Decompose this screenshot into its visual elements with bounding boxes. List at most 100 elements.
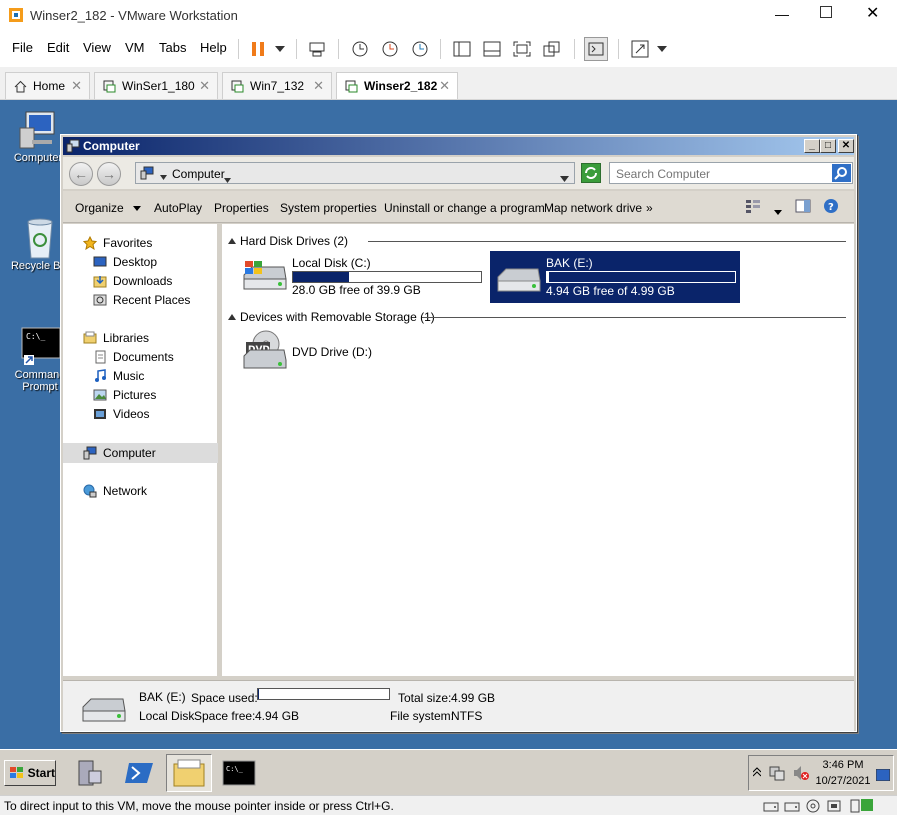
thumbnail-view-icon[interactable] [480,37,504,61]
drive-local-disk-c[interactable]: Local Disk (C:) 28.0 GB free of 39.9 GB [238,249,488,299]
nav-videos[interactable]: Videos [93,407,149,421]
chevron-down-icon[interactable] [774,204,782,218]
close-tab-icon[interactable]: ✕ [439,78,450,94]
group-header-hard-disk-drives[interactable]: Hard Disk Drives (2) [228,234,348,248]
nav-music[interactable]: Music [93,369,144,383]
tab-winser2-182[interactable]: Winser2_182 ✕ [336,72,458,99]
map-network-drive-button[interactable]: Map network drive [544,201,642,215]
nav-desktop[interactable]: Desktop [93,255,157,269]
hard-drive-icon [82,698,126,722]
start-button[interactable]: Start [4,760,56,786]
taskbar-command-prompt[interactable]: C:\_ [216,754,262,792]
nav-label: Favorites [103,236,153,250]
forward-button[interactable]: → [97,162,121,186]
drive-usage-bar [292,271,482,283]
uninstall-program-button[interactable]: Uninstall or change a program [384,201,545,215]
show-hidden-icons-icon[interactable] [752,766,762,780]
chevron-down-icon[interactable] [650,37,674,61]
details-usage-bar [257,688,390,700]
nav-computer[interactable]: Computer [83,446,156,460]
refresh-button[interactable] [581,163,601,183]
tab-label: Win7_132 [250,79,305,93]
tab-win7-132[interactable]: Win7_132 ✕ [222,72,332,99]
network-status-icon[interactable] [769,765,785,784]
explorer-maximize-button[interactable]: □ [820,139,836,153]
nav-documents[interactable]: Documents [93,350,174,364]
nav-downloads[interactable]: Downloads [93,274,172,288]
clock-date[interactable]: 10/27/2021 [813,775,873,787]
maximize-button[interactable] [820,6,832,18]
console-icon[interactable] [584,37,608,61]
show-desktop-icon[interactable] [875,768,891,784]
details-drive-type: Local Disk [139,709,195,723]
drive-dvd-d[interactable]: DVD DVD Drive (D:) [238,326,438,376]
menu-file[interactable]: File [12,40,33,55]
tab-label: WinSer1_180 [122,79,195,93]
minimize-button[interactable]: — [775,6,789,22]
explorer-minimize-button[interactable]: _ [804,139,820,153]
nav-favorites[interactable]: Favorites [83,236,152,250]
nav-recent-places[interactable]: Recent Places [93,293,190,307]
search-button[interactable] [832,164,851,182]
nav-network[interactable]: Network [83,484,147,498]
computer-icon [83,446,97,460]
full-screen-icon[interactable] [510,37,534,61]
nav-pictures[interactable]: Pictures [93,388,156,402]
taskbar-server-manager[interactable] [66,754,112,792]
menu-vm[interactable]: VM [125,40,145,55]
system-properties-button[interactable]: System properties [280,201,377,215]
details-space-free-value: 4.94 GB [255,709,300,723]
chevron-down-icon[interactable] [268,37,292,61]
close-tab-icon[interactable]: ✕ [199,78,210,94]
send-ctrl-alt-del-icon[interactable] [305,37,329,61]
search-input[interactable] [616,167,826,181]
server-manager-icon [78,760,102,786]
close-tab-icon[interactable]: ✕ [313,78,324,94]
change-view-icon[interactable] [745,199,761,216]
close-tab-icon[interactable]: ✕ [71,78,82,94]
menu-help[interactable]: Help [200,40,227,55]
nav-label: Computer [103,446,156,460]
stretch-icon[interactable] [628,37,652,61]
address-bar[interactable]: Computer [135,162,575,184]
message-log-icon[interactable] [860,798,874,815]
chevron-down-icon[interactable] [224,172,231,186]
close-button[interactable]: ✕ [866,3,879,23]
search-box[interactable] [609,162,853,184]
pause-icon[interactable] [246,37,270,61]
back-button[interactable]: ← [69,162,93,186]
taskbar-explorer[interactable] [166,754,212,792]
more-commands-button[interactable]: » [646,201,653,215]
nav-libraries[interactable]: Libraries [83,331,149,345]
menu-tabs[interactable]: Tabs [159,40,186,55]
hard-disk-device-icon[interactable] [784,799,800,816]
cd-dvd-device-icon[interactable] [806,799,820,816]
sidebar-view-icon[interactable] [450,37,474,61]
preview-pane-icon[interactable] [795,199,811,216]
hard-disk-device-icon[interactable] [763,799,779,816]
menu-view[interactable]: View [83,40,111,55]
revert-snapshot-icon[interactable] [378,37,402,61]
drive-usage-fill [547,272,549,282]
address-history-icon[interactable] [560,171,569,185]
tab-winser1-180[interactable]: WinSer1_180 ✕ [94,72,218,99]
snapshot-icon[interactable] [348,37,372,61]
autoplay-button[interactable]: AutoPlay [154,201,202,215]
clock-time[interactable]: 3:46 PM [813,759,873,771]
explorer-close-button[interactable]: ✕ [838,139,854,153]
group-header-removable-storage[interactable]: Devices with Removable Storage (1) [228,310,435,324]
menu-edit[interactable]: Edit [47,40,69,55]
network-adapter-icon[interactable] [826,799,842,816]
taskbar-powershell[interactable] [116,754,162,792]
organize-button[interactable]: Organize [75,201,142,215]
unity-icon[interactable] [540,37,564,61]
volume-muted-icon[interactable] [793,765,809,784]
chevron-down-icon[interactable] [160,169,167,183]
drive-bak-e[interactable]: BAK (E:) 4.94 GB free of 4.99 GB [490,251,740,303]
toolbar-separator [618,39,619,59]
vmware-menu-bar: File Edit View VM Tabs Help [0,31,897,67]
snapshot-manager-icon[interactable] [408,37,432,61]
properties-button[interactable]: Properties [214,201,269,215]
tab-home[interactable]: Home ✕ [5,72,90,99]
help-icon[interactable]: ? [823,198,839,217]
